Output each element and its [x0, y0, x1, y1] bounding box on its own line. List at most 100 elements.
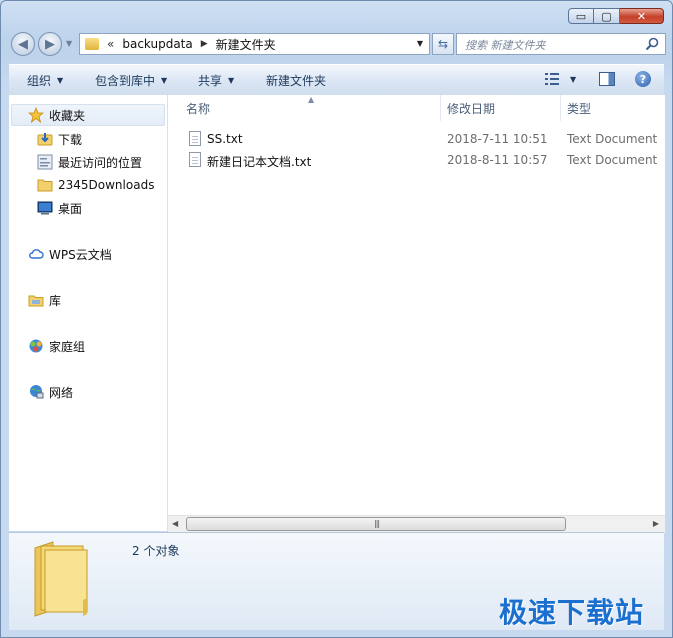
column-header-modified[interactable]: 修改日期 — [447, 95, 495, 121]
share-label: 共享 — [198, 74, 223, 88]
text-file-icon — [189, 152, 201, 167]
folder-icon — [85, 38, 99, 50]
file-row[interactable]: SS.txt 2018-7-11 10:51 Text Document — [168, 129, 665, 149]
recent-places-icon — [37, 154, 53, 170]
scrollbar-thumb[interactable]: ||| — [186, 517, 566, 531]
column-divider[interactable] — [440, 95, 441, 121]
breadcrumb-backupdata[interactable]: backupdata — [122, 37, 192, 51]
sidebar-item-label: 最近访问的位置 — [58, 155, 143, 170]
include-in-library-label: 包含到库中 — [95, 74, 156, 88]
share-menu[interactable]: 共享 ▼ — [198, 72, 234, 89]
recent-pages-dropdown-icon[interactable]: ▼ — [66, 39, 72, 48]
caption-buttons: ▭ ▢ ✕ — [568, 8, 664, 24]
navigation-bar: ◀ ▶ ▼ « backupdata ▶ 新建文件夹 ▼ ⇆ — [9, 31, 666, 59]
sidebar-item-2345downloads[interactable]: 2345Downloads — [37, 174, 154, 196]
sidebar-item-label: 库 — [49, 293, 62, 308]
close-icon: ✕ — [636, 9, 647, 23]
breadcrumb-current-folder[interactable]: 新建文件夹 — [216, 36, 276, 53]
back-arrow-icon: ◀ — [18, 36, 28, 52]
breadcrumb-separator-icon[interactable]: ▶ — [201, 39, 208, 49]
file-list: ▲ 名称 修改日期 类型 SS.txt 2018-7-11 10:51 Text… — [168, 95, 665, 531]
sidebar-item-label: WPS云文档 — [49, 247, 112, 262]
sidebar-item-label: 收藏夹 — [49, 108, 86, 123]
file-name: 新建日记本文档.txt — [207, 155, 312, 169]
cloud-icon — [29, 249, 44, 259]
sort-ascending-icon: ▲ — [308, 95, 315, 104]
navigation-pane: 收藏夹 下载 最近访问的位置 2345Downloads 桌面 WPS云文档 库… — [9, 95, 168, 531]
chevron-down-icon: ▼ — [57, 76, 64, 85]
minimize-icon: ▭ — [575, 9, 587, 23]
file-modified: 2018-8-11 10:57 — [447, 153, 548, 167]
command-bar: 组织 ▼ 包含到库中 ▼ 共享 ▼ 新建文件夹 ▼ ? — [9, 64, 664, 96]
new-folder-label: 新建文件夹 — [266, 74, 327, 88]
horizontal-scrollbar[interactable]: ◀ ||| ▶ — [168, 515, 665, 533]
refresh-icon: ⇆ — [437, 37, 449, 51]
scroll-right-icon[interactable]: ▶ — [653, 519, 659, 528]
item-count: 2 个对象 — [132, 544, 180, 558]
forward-arrow-icon: ▶ — [45, 36, 55, 52]
sidebar-item-favorites[interactable]: 收藏夹 — [11, 104, 165, 126]
folder-icon — [37, 179, 53, 192]
preview-pane-icon[interactable] — [599, 72, 615, 86]
sidebar-item-libraries[interactable]: 库 — [28, 289, 61, 311]
refresh-button[interactable]: ⇆ — [432, 33, 454, 55]
grip-icon: ||| — [374, 519, 380, 528]
minimize-button[interactable]: ▭ — [568, 8, 594, 24]
chevron-down-icon: ▼ — [161, 76, 168, 85]
file-row[interactable]: 新建日记本文档.txt 2018-8-11 10:57 Text Documen… — [168, 150, 665, 170]
column-header-label: 名称 — [186, 101, 211, 116]
file-type: Text Document — [567, 153, 658, 167]
chevron-down-icon: ▼ — [228, 76, 235, 85]
address-bar[interactable]: « backupdata ▶ 新建文件夹 ▼ — [79, 33, 430, 55]
file-modified: 2018-7-11 10:51 — [447, 132, 548, 146]
sidebar-item-network[interactable]: 网络 — [28, 381, 73, 403]
sidebar-item-label: 家庭组 — [49, 339, 86, 354]
column-header-label: 类型 — [567, 101, 592, 116]
desktop-icon — [37, 201, 53, 215]
star-icon — [28, 107, 44, 123]
search-box[interactable] — [456, 33, 666, 55]
downloads-folder-icon — [37, 133, 53, 146]
watermark-text: 极速下载站 — [499, 596, 645, 629]
maximize-button[interactable]: ▢ — [594, 8, 620, 24]
sidebar-item-recent-places[interactable]: 最近访问的位置 — [37, 151, 142, 173]
homegroup-icon — [29, 339, 43, 353]
sidebar-item-label: 桌面 — [58, 201, 83, 216]
help-icon[interactable]: ? — [635, 71, 651, 87]
maximize-icon: ▢ — [601, 9, 612, 23]
library-icon — [28, 295, 44, 307]
column-header-name[interactable]: 名称 — [186, 95, 210, 121]
organize-menu[interactable]: 组织 ▼ — [27, 72, 63, 89]
back-button[interactable]: ◀ — [11, 32, 35, 56]
column-divider[interactable] — [560, 95, 561, 121]
text-file-icon — [189, 131, 201, 146]
folder-icon — [34, 541, 88, 617]
column-header-type[interactable]: 类型 — [567, 95, 591, 121]
sidebar-item-label: 网络 — [49, 385, 74, 400]
address-history-dropdown-icon[interactable]: ▼ — [417, 39, 423, 48]
new-folder-button[interactable]: 新建文件夹 — [266, 72, 326, 89]
sidebar-item-downloads[interactable]: 下载 — [37, 128, 82, 150]
window-edge — [665, 95, 666, 531]
sidebar-item-wps-cloud[interactable]: WPS云文档 — [28, 243, 112, 265]
file-name: SS.txt — [207, 132, 243, 146]
sidebar-item-label: 2345Downloads — [58, 178, 155, 192]
view-dropdown-icon[interactable]: ▼ — [570, 75, 576, 84]
column-header-label: 修改日期 — [447, 101, 496, 116]
file-type: Text Document — [567, 132, 658, 146]
explorer-window: ▭ ▢ ✕ ◀ ▶ ▼ « backupdata ▶ 新建文件夹 ▼ ⇆ 组织 ▼ — [0, 0, 673, 638]
sidebar-item-homegroup[interactable]: 家庭组 — [28, 335, 85, 357]
organize-label: 组织 — [27, 74, 52, 88]
view-options-icon[interactable] — [545, 73, 559, 85]
sidebar-item-desktop[interactable]: 桌面 — [37, 197, 82, 219]
address-overflow-button[interactable]: « — [107, 37, 114, 51]
search-icon[interactable] — [645, 37, 659, 51]
include-in-library-menu[interactable]: 包含到库中 ▼ — [95, 72, 167, 89]
network-icon — [30, 385, 44, 399]
details-pane: 2 个对象 极速下载站 — [9, 532, 664, 630]
forward-button[interactable]: ▶ — [38, 32, 62, 56]
close-button[interactable]: ✕ — [620, 8, 664, 24]
sidebar-item-label: 下载 — [58, 132, 83, 147]
scroll-left-icon[interactable]: ◀ — [172, 519, 178, 528]
search-input[interactable] — [463, 36, 642, 54]
